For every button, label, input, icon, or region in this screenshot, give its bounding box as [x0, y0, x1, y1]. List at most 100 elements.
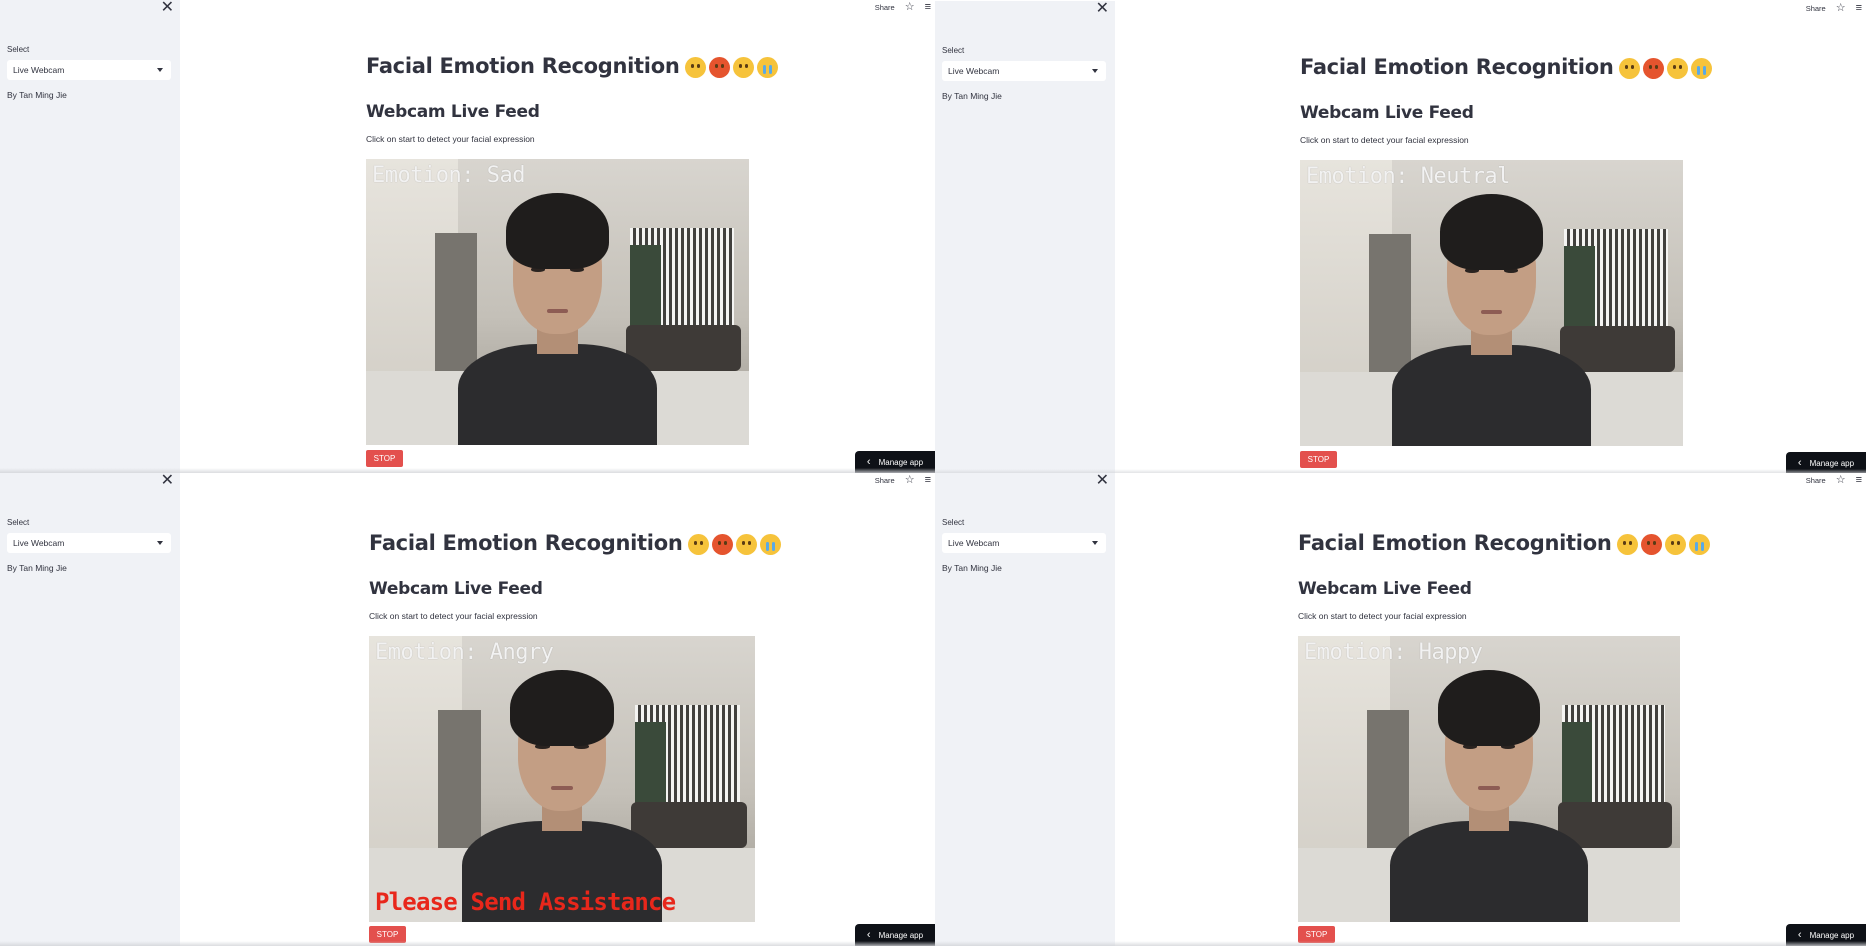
- share-button[interactable]: Share: [875, 3, 895, 12]
- top-toolbar: Share ☆ ≡: [875, 0, 931, 14]
- star-icon[interactable]: ☆: [905, 1, 915, 13]
- author-credit: By Tan Ming Jie: [942, 563, 1002, 573]
- section-header: Webcam Live Feed: [1298, 579, 1472, 599]
- webcam-video-feed: Emotion: Happy: [1298, 636, 1680, 922]
- mouth: [546, 308, 569, 314]
- chevron-down-icon: [1092, 69, 1098, 73]
- shirt: [458, 344, 657, 445]
- instruction-text: Click on start to detect your facial exp…: [369, 611, 538, 621]
- page-title-text: Facial Emotion Recognition: [1298, 531, 1612, 555]
- manage-app-label: Manage app: [1809, 458, 1855, 468]
- main-menu-icon[interactable]: ≡: [925, 1, 931, 13]
- page-title-text: Facial Emotion Recognition: [1300, 55, 1614, 79]
- emotion-overlay-text: Emotion: Neutral: [1306, 164, 1510, 189]
- section-header: Webcam Live Feed: [369, 579, 543, 599]
- main-menu-icon[interactable]: ≡: [1856, 474, 1862, 486]
- instruction-text: Click on start to detect your facial exp…: [366, 134, 535, 144]
- app-panel: ✕ Select Live Webcam By Tan Ming Jie Share ☆ ≡…: [0, 473, 935, 946]
- title-emojis: [685, 56, 779, 78]
- mouth: [551, 785, 573, 791]
- page-title: Facial Emotion Recognition: [1300, 55, 1713, 79]
- sidebar: ✕ Select Live Webcam By Tan Ming Jie: [0, 0, 180, 473]
- angry-emoji-icon: [709, 56, 731, 78]
- neutral-emoji-icon: [733, 56, 755, 78]
- top-toolbar: Share ☆ ≡: [875, 473, 931, 487]
- author-credit: By Tan Ming Jie: [942, 91, 1002, 101]
- app-panel: ✕ Select Live Webcam By Tan Ming Jie Share ☆ ≡…: [935, 1, 1866, 474]
- share-button[interactable]: Share: [875, 476, 895, 485]
- stop-button[interactable]: STOP: [366, 450, 403, 467]
- mode-select[interactable]: Live Webcam: [7, 60, 171, 80]
- emotion-overlay-text: Emotion: Angry: [375, 640, 554, 665]
- crying-emoji-icon: [757, 56, 779, 78]
- hair: [1437, 670, 1541, 746]
- mode-select[interactable]: Live Webcam: [7, 533, 171, 553]
- instruction-text: Click on start to detect your facial exp…: [1300, 135, 1469, 145]
- mouth: [1480, 309, 1503, 315]
- hair: [506, 193, 609, 269]
- mode-select[interactable]: Live Webcam: [942, 61, 1106, 81]
- top-toolbar: Share ☆ ≡: [1806, 1, 1862, 15]
- chevron-left-icon: ‹: [1797, 456, 1802, 469]
- person-figure: [1389, 670, 1588, 922]
- chevron-left-icon: ‹: [1797, 928, 1802, 941]
- happy-emoji-icon: [688, 533, 710, 555]
- neutral-emoji-icon: [736, 533, 758, 555]
- star-icon[interactable]: ☆: [905, 474, 915, 486]
- title-emojis: [1619, 57, 1713, 79]
- emotion-overlay-text: Emotion: Happy: [1304, 640, 1483, 665]
- main-menu-icon[interactable]: ≡: [925, 474, 931, 486]
- page-title-text: Facial Emotion Recognition: [366, 54, 680, 78]
- share-button[interactable]: Share: [1806, 476, 1826, 485]
- page-title: Facial Emotion Recognition: [369, 531, 782, 555]
- crying-emoji-icon: [1691, 57, 1713, 79]
- happy-emoji-icon: [1617, 533, 1639, 555]
- webcam-video-feed: Emotion: Sad: [366, 159, 749, 445]
- chevron-down-icon: [1092, 541, 1098, 545]
- angry-emoji-icon: [712, 533, 734, 555]
- stop-button[interactable]: STOP: [1300, 451, 1337, 468]
- title-emojis: [1617, 533, 1711, 555]
- author-credit: By Tan Ming Jie: [7, 90, 67, 100]
- close-sidebar-icon[interactable]: ✕: [1096, 473, 1109, 489]
- close-sidebar-icon[interactable]: ✕: [1096, 1, 1109, 17]
- star-icon[interactable]: ☆: [1836, 474, 1846, 486]
- author-credit: By Tan Ming Jie: [7, 563, 67, 573]
- webcam-video-feed: Emotion: Neutral: [1300, 160, 1683, 446]
- select-label: Select: [7, 518, 30, 527]
- bottom-fade: [0, 941, 935, 946]
- star-icon[interactable]: ☆: [1836, 2, 1846, 14]
- sidebar: ✕ Select Live Webcam By Tan Ming Jie: [0, 473, 180, 946]
- select-value: Live Webcam: [13, 65, 65, 75]
- app-panel: ✕ Select Live Webcam By Tan Ming Jie Share ☆ ≡…: [0, 0, 935, 473]
- alert-overlay-text: Please Send Assistance: [375, 888, 676, 916]
- shirt: [1389, 821, 1588, 922]
- chevron-down-icon: [157, 541, 163, 545]
- sidebar: ✕ Select Live Webcam By Tan Ming Jie: [935, 1, 1115, 474]
- hair: [1440, 194, 1543, 270]
- shirt: [1392, 345, 1591, 446]
- angry-emoji-icon: [1641, 533, 1663, 555]
- mode-select[interactable]: Live Webcam: [942, 533, 1106, 553]
- crying-emoji-icon: [760, 533, 782, 555]
- close-sidebar-icon[interactable]: ✕: [161, 473, 174, 489]
- person-figure: [458, 193, 657, 445]
- page-title: Facial Emotion Recognition: [366, 54, 779, 78]
- person-figure: [1392, 194, 1591, 446]
- select-value: Live Webcam: [948, 538, 1000, 548]
- manage-app-label: Manage app: [1809, 930, 1855, 940]
- happy-emoji-icon: [685, 56, 707, 78]
- page-title: Facial Emotion Recognition: [1298, 531, 1711, 555]
- main-menu-icon[interactable]: ≡: [1856, 2, 1862, 14]
- close-sidebar-icon[interactable]: ✕: [161, 0, 174, 16]
- happy-emoji-icon: [1619, 57, 1641, 79]
- bottom-fade: [935, 941, 1866, 946]
- angry-emoji-icon: [1643, 57, 1665, 79]
- chevron-left-icon: ‹: [866, 928, 871, 941]
- section-header: Webcam Live Feed: [1300, 103, 1474, 123]
- share-button[interactable]: Share: [1806, 4, 1826, 13]
- title-emojis: [688, 533, 782, 555]
- section-header: Webcam Live Feed: [366, 102, 540, 122]
- webcam-video-feed: Emotion: Angry Please Send Assistance: [369, 636, 755, 922]
- top-toolbar: Share ☆ ≡: [1806, 473, 1862, 487]
